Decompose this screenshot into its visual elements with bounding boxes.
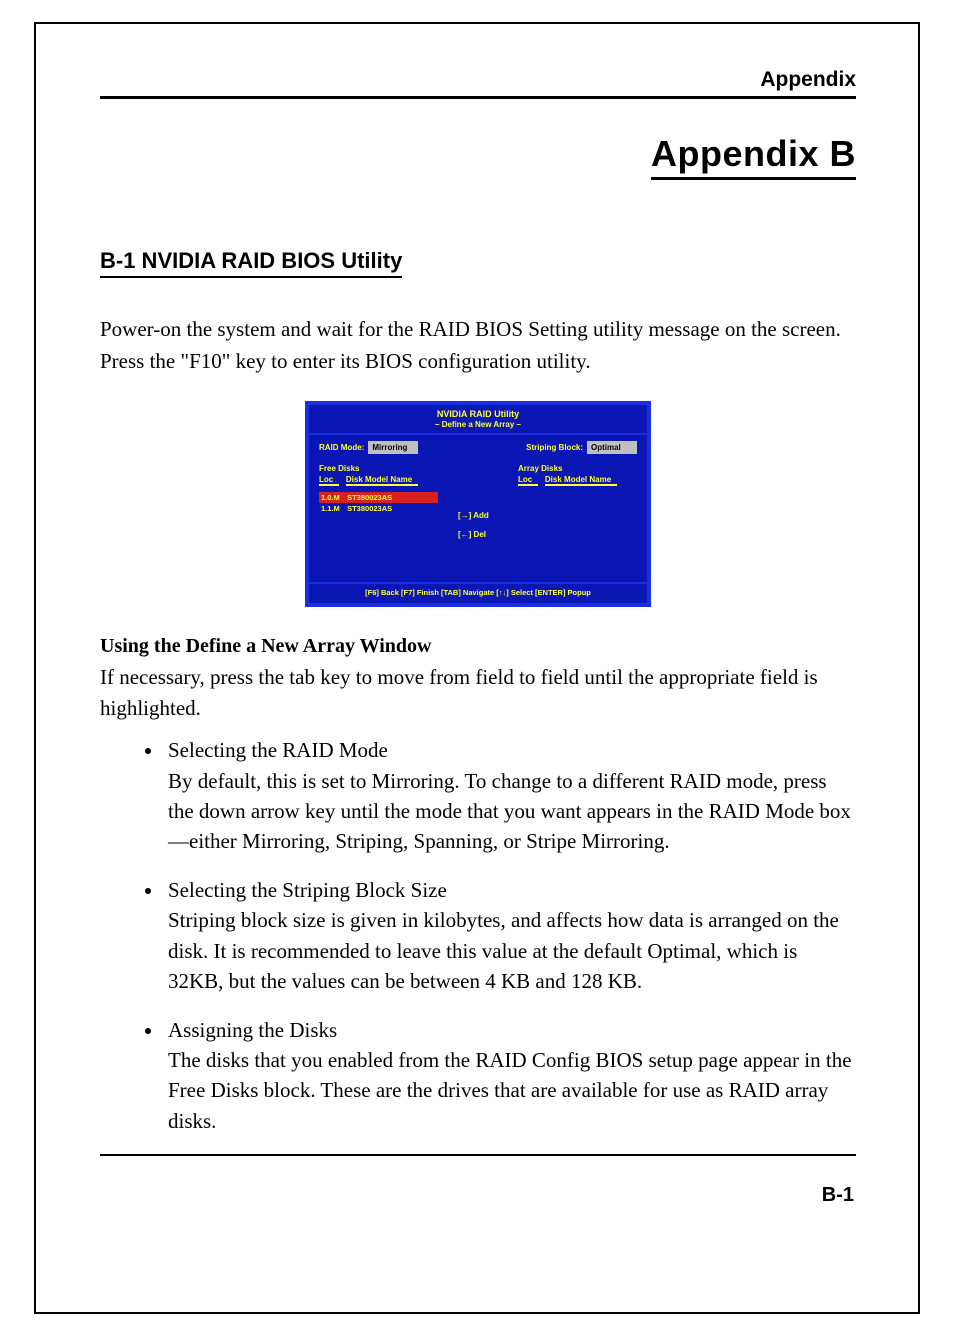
list-item: Selecting the RAID Mode By default, this… [164,735,856,857]
free-disks-column: Free Disks Loc Disk Model Name 1.0.M ST3… [319,464,438,574]
raid-mode-label: RAID Mode: [319,443,364,452]
striping-block-label: Striping Block: [526,443,583,452]
disk-model: ST380023AS [347,504,392,513]
free-disk-row[interactable]: 1.0.M ST380023AS [319,492,438,503]
list-item: Selecting the Striping Block Size Stripi… [164,875,856,997]
striping-block-field[interactable]: Optimal [587,441,637,454]
section-heading: B-1 NVIDIA RAID BIOS Utility [100,248,402,278]
subsection-title: Using the Define a New Array Window [100,635,856,658]
list-item-title: Assigning the Disks [168,1018,337,1042]
array-disks-column: Array Disks Loc Disk Model Name [518,464,637,574]
del-button[interactable]: [←] Del [458,525,498,544]
list-item-body: The disks that you enabled from the RAID… [168,1048,852,1133]
list-item-body: Striping block size is given in kilobyte… [168,908,839,993]
bios-window: NVIDIA RAID Utility – Define a New Array… [305,401,651,607]
footer-rule [100,1154,856,1156]
disk-loc: 1.1.M [321,504,345,513]
array-disks-heading: Array Disks [518,464,562,473]
array-disks-list[interactable] [518,492,637,574]
list-item-title: Selecting the Striping Block Size [168,878,447,902]
bios-disk-columns: Free Disks Loc Disk Model Name 1.0.M ST3… [309,464,647,582]
bios-top-fields: RAID Mode: Mirroring Striping Block: Opt… [309,441,647,464]
add-button[interactable]: [→] Add [458,506,498,525]
subsection-lead: If necessary, press the tab key to move … [100,662,856,723]
disk-loc: 1.0.M [321,493,345,502]
page-content: Appendix Appendix B B-1 NVIDIA RAID BIOS… [100,68,856,1154]
bios-screenshot: NVIDIA RAID Utility – Define a New Array… [305,401,651,607]
list-item-body: By default, this is set to Mirroring. To… [168,769,851,854]
intro-paragraph: Power-on the system and wait for the RAI… [100,314,856,377]
instruction-list: Selecting the RAID Mode By default, this… [100,735,856,1136]
free-disk-row[interactable]: 1.1.M ST380023AS [319,503,438,514]
header-rule [100,96,856,99]
running-header: Appendix [100,68,856,96]
list-item-title: Selecting the RAID Mode [168,738,388,762]
col-model-heading: Disk Model Name [346,475,418,487]
add-del-controls: [→] Add [←] Del [458,464,498,574]
free-disks-heading: Free Disks [319,464,359,473]
free-disks-list[interactable]: 1.0.M ST380023AS 1.1.M ST380023AS [319,492,438,574]
list-item: Assigning the Disks The disks that you e… [164,1015,856,1137]
bios-title: NVIDIA RAID Utility [309,405,647,420]
col-loc-heading: Loc [518,475,538,487]
page-number: B-1 [822,1184,854,1207]
chapter-title: Appendix B [651,133,856,180]
raid-mode-field[interactable]: Mirroring [368,441,418,454]
bios-subtitle: – Define a New Array – [309,420,647,433]
bios-divider [309,433,647,435]
bios-footer-keys: [F6] Back [F7] Finish [TAB] Navigate [↑↓… [309,582,647,603]
col-loc-heading: Loc [319,475,339,487]
disk-model: ST380023AS [347,493,392,502]
col-model-heading: Disk Model Name [545,475,617,487]
